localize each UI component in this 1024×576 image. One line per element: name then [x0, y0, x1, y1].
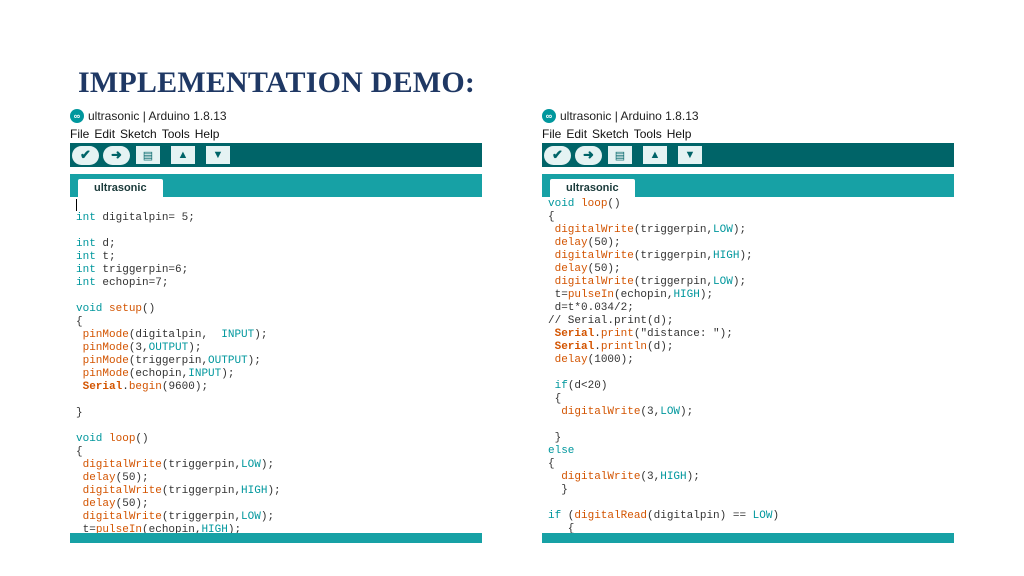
- code-line: void loop(): [548, 198, 621, 210]
- slide-title: IMPLEMENTATION DEMO:: [78, 66, 476, 99]
- code-line: {: [76, 446, 83, 458]
- menu-tools[interactable]: Tools: [162, 127, 190, 141]
- code-line: digitalWrite(3,LOW);: [561, 406, 694, 418]
- code-line: [76, 199, 482, 212]
- text-cursor: [76, 199, 77, 211]
- save-button[interactable]: ▼: [206, 146, 230, 164]
- menu-edit[interactable]: Edit: [566, 127, 587, 141]
- code-line: {: [548, 458, 555, 470]
- open-button[interactable]: ▲: [171, 146, 195, 164]
- code-line: delay(50);: [82, 472, 149, 484]
- code-line: if (digitalRead(digitalpin) == LOW): [548, 510, 780, 522]
- code-line: int echopin=7;: [76, 277, 169, 289]
- menu-bar: File Edit Sketch Tools Help: [70, 125, 482, 143]
- menu-tools[interactable]: Tools: [634, 127, 662, 141]
- verify-button[interactable]: ✔: [544, 145, 571, 165]
- toolbar: ✔ ➜ ▤ ▲ ▼: [70, 143, 482, 167]
- code-line: else: [548, 445, 575, 457]
- menu-help[interactable]: Help: [195, 127, 220, 141]
- code-line: digitalWrite(triggerpin,HIGH);: [554, 250, 753, 262]
- tab-ultrasonic[interactable]: ultrasonic: [78, 179, 163, 197]
- code-line: // Serial.print(d);: [548, 315, 674, 327]
- menu-sketch[interactable]: Sketch: [592, 127, 629, 141]
- code-line: delay(50);: [82, 498, 149, 510]
- code-line: delay(50);: [554, 237, 621, 249]
- menu-help[interactable]: Help: [667, 127, 692, 141]
- code-line: }: [548, 484, 568, 496]
- code-line: digitalWrite(triggerpin,HIGH);: [82, 485, 281, 497]
- menu-bar: File Edit Sketch Tools Help: [542, 125, 954, 143]
- code-line: void setup(): [76, 303, 156, 315]
- code-line: int digitalpin= 5;: [76, 212, 195, 224]
- code-line: pinMode(3,OUTPUT);: [82, 342, 202, 354]
- arduino-logo-icon: ∞: [70, 109, 84, 123]
- code-line: d=t*0.034/2;: [548, 302, 634, 314]
- code-editor[interactable]: void loop(){ digitalWrite(triggerpin,LOW…: [542, 197, 954, 536]
- code-line: digitalWrite(triggerpin,LOW);: [554, 224, 747, 236]
- code-line: int d;: [76, 238, 116, 250]
- code-line: void loop(): [76, 433, 149, 445]
- right-arduino-window: ∞ ultrasonic | Arduino 1.8.13 File Edit Sk…: [542, 107, 954, 543]
- code-line: }: [548, 432, 562, 444]
- window-titlebar: ∞ ultrasonic | Arduino 1.8.13: [70, 107, 482, 125]
- upload-button[interactable]: ➜: [575, 145, 602, 165]
- code-line: digitalWrite(triggerpin,LOW);: [554, 276, 747, 288]
- code-line: {: [76, 316, 83, 328]
- menu-file[interactable]: File: [70, 127, 89, 141]
- menu-edit[interactable]: Edit: [94, 127, 115, 141]
- toolbar: ✔ ➜ ▤ ▲ ▼: [542, 143, 954, 167]
- upload-button[interactable]: ➜: [103, 145, 130, 165]
- left-arduino-window: ∞ ultrasonic | Arduino 1.8.13 File Edit Sk…: [70, 107, 482, 543]
- code-line: }: [76, 407, 83, 419]
- save-button[interactable]: ▼: [678, 146, 702, 164]
- right-status-bar: [542, 533, 954, 543]
- tab-bar: ultrasonic: [542, 174, 954, 197]
- tab-ultrasonic[interactable]: ultrasonic: [550, 179, 635, 197]
- code-line: pinMode(digitalpin, INPUT);: [82, 329, 268, 341]
- code-line: Serial.println(d);: [554, 341, 674, 353]
- verify-button[interactable]: ✔: [72, 145, 99, 165]
- code-line: pinMode(triggerpin,OUTPUT);: [82, 355, 261, 367]
- code-line: digitalWrite(triggerpin,LOW);: [82, 511, 275, 523]
- arduino-logo-icon: ∞: [542, 109, 556, 123]
- code-line: Serial.print("distance: ");: [554, 328, 733, 340]
- new-button[interactable]: ▤: [608, 146, 632, 164]
- left-status-bar: [70, 533, 482, 543]
- new-button[interactable]: ▤: [136, 146, 160, 164]
- code-line: digitalWrite(3,HIGH);: [561, 471, 700, 483]
- menu-sketch[interactable]: Sketch: [120, 127, 157, 141]
- window-title: ultrasonic | Arduino 1.8.13: [560, 109, 699, 123]
- code-line: delay(50);: [554, 263, 621, 275]
- code-line: delay(1000);: [554, 354, 634, 366]
- menu-file[interactable]: File: [542, 127, 561, 141]
- code-line: Serial.begin(9600);: [82, 381, 209, 393]
- code-line: {: [548, 211, 555, 223]
- code-line: digitalWrite(triggerpin,LOW);: [82, 459, 275, 471]
- open-button[interactable]: ▲: [643, 146, 667, 164]
- code-editor[interactable]: int digitalpin= 5; int d; int t; int trigge…: [70, 197, 482, 535]
- code-line: t=pulseIn(echopin,HIGH);: [548, 289, 714, 301]
- code-line: pinMode(echopin,INPUT);: [82, 368, 235, 380]
- code-line: {: [548, 393, 562, 405]
- code-line: if(d<20): [554, 380, 608, 392]
- tab-bar: ultrasonic: [70, 174, 482, 197]
- window-title: ultrasonic | Arduino 1.8.13: [88, 109, 227, 123]
- window-titlebar: ∞ ultrasonic | Arduino 1.8.13: [542, 107, 954, 125]
- code-line: int t;: [76, 251, 116, 263]
- code-line: int triggerpin=6;: [76, 264, 189, 276]
